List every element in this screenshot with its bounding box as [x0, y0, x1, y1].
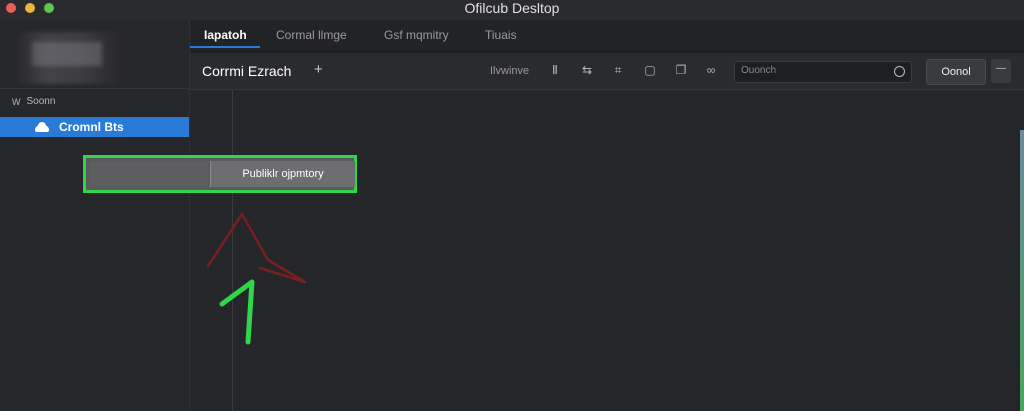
text-cursor-icon[interactable]: Ⅱ [548, 63, 562, 77]
tab-changes[interactable]: Iapatoh [204, 28, 247, 42]
annotation-arrow [206, 212, 307, 345]
split-icon[interactable]: ⇆ [580, 63, 594, 77]
link-icon[interactable]: ∞ [704, 63, 718, 77]
branch-title: Corrmi Ezrach [202, 63, 292, 79]
tab-history[interactable]: Gsf mqmitry [384, 28, 449, 42]
add-button[interactable]: + [314, 61, 323, 78]
sidebar-divider [0, 88, 189, 89]
active-tab-indicator [190, 46, 260, 48]
tab-tools[interactable]: Tiuais [485, 28, 517, 42]
toolbar: Corrmi Ezrach + Ilvwinve Ⅱ ⇆ ⌗ ▢ ❐ ∞ Ouo… [190, 53, 1024, 90]
folder-icon[interactable]: ▢ [643, 63, 657, 77]
publish-repository-button[interactable]: Publiklr ojpmtory [210, 161, 355, 187]
preview-label: Ilvwinve [490, 65, 530, 77]
search-placeholder: Ouonch [741, 65, 777, 76]
cancel-button[interactable]: Oonol [926, 59, 986, 85]
more-options-button[interactable]: — [991, 59, 1011, 83]
app-title: Ofilcub Desltop [464, 0, 560, 16]
sidebar-section-header[interactable]: W Soonn [12, 96, 55, 107]
publish-hint-area [90, 162, 208, 186]
grid-icon[interactable]: ⌗ [611, 63, 625, 77]
sidebar: W Soonn Cromnl Bts [0, 20, 190, 411]
publish-highlight: Publiklr ojpmtory [83, 155, 357, 193]
tab-bar: Iapatoh Cormal llmge Gsf mqmitry Tiuais [190, 20, 1024, 50]
search-input[interactable]: Ouonch [734, 61, 912, 83]
tab-commit-image[interactable]: Cormal llmge [276, 28, 347, 42]
account-avatar[interactable] [14, 32, 124, 84]
sidebar-item-repository[interactable]: Cromnl Bts [0, 117, 189, 137]
sidebar-item-label: Cromnl Bts [59, 120, 124, 134]
cloud-icon [35, 122, 49, 132]
scrollbar[interactable] [1020, 130, 1024, 411]
title-bar: Ofilcub Desltop [0, 0, 1024, 20]
copy-icon[interactable]: ❐ [674, 63, 688, 77]
section-label: Soonn [26, 96, 56, 107]
chevron-down-icon: W [12, 96, 21, 107]
search-clear-icon[interactable] [894, 66, 905, 77]
